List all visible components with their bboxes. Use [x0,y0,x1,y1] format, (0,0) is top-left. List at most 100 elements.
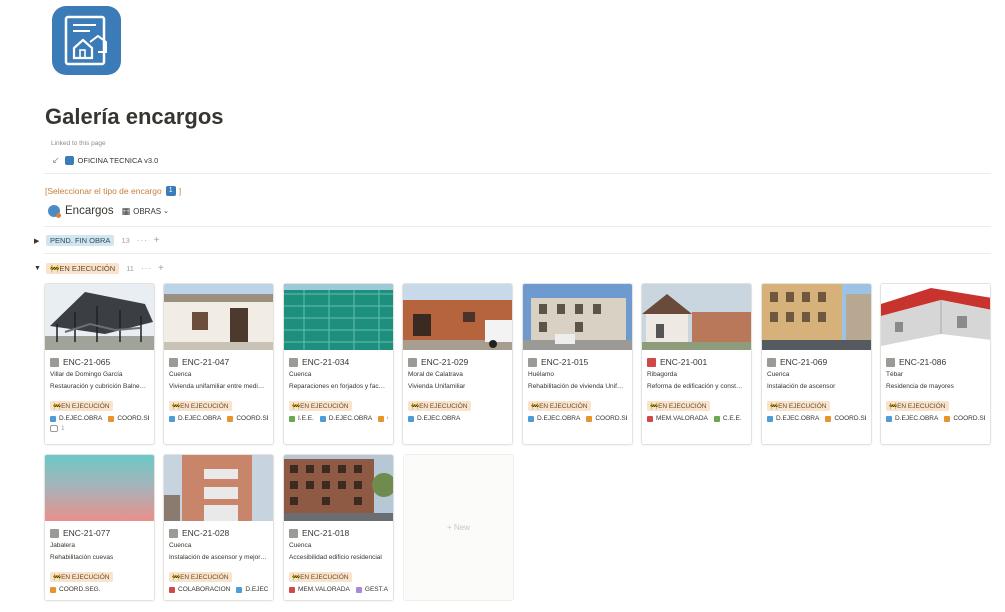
linked-label: Linked to this page [51,140,106,147]
more-options-icon[interactable]: ··· [141,264,152,273]
construction-icon: 🚧 [172,574,181,581]
status-label: EN EJECUCIÓN [897,403,946,410]
tag-label: MEM.VALORADA [656,415,708,422]
gallery-card[interactable]: ENC-21-015 Huélamo Rehabilitación de vivie… [522,283,633,445]
gallery-card[interactable]: ENC-21-086 Tébar Residencia de mayores 🚧EN … [880,283,991,445]
gallery-card[interactable]: ENC-21-077 Jabalera Rehabilitación cuevas 🚧… [44,454,155,601]
add-icon[interactable]: + [158,263,164,274]
view-selector[interactable]: ▦ OBRAS ⌄ [122,206,169,217]
card-location: Jabalera [50,542,75,549]
card-id: ENC-21-029 [421,357,469,367]
tag-color-swatch [378,415,385,422]
card-id: ENC-21-028 [182,528,230,538]
card-title: ENC-21-086 [886,357,985,367]
tag-color-swatch [169,415,175,422]
construction-icon: 🚧 [172,403,181,410]
group-header-pend-fin-obra[interactable]: ▶ PEND. FIN OBRA 13 ··· + [34,235,160,246]
tag-label: C.E.E. [722,415,742,422]
gallery-card[interactable]: ENC-21-001 Ribagorda Reforma de edificació… [641,283,752,445]
tag-label: CO [387,415,388,422]
card-cover-image [164,455,273,521]
comment-count[interactable]: 1 [50,425,149,432]
page-icon[interactable] [52,6,121,75]
status-label: EN EJECUCIÓN [539,403,588,410]
card-tags: D.EJEC.OBRA [408,415,507,422]
gallery-card[interactable]: ENC-21-018 Cuenca Accesibilidad edificio r… [283,454,394,601]
tag-color-swatch [108,415,115,422]
status-badge: 🚧EN EJECUCIÓN [50,572,113,582]
gallery-card[interactable]: ENC-21-065 Villar de Domingo García Restau… [44,283,155,445]
gallery-card[interactable]: ENC-21-028 Cuenca Instalación de ascensor … [163,454,274,601]
more-options-icon[interactable]: ··· [137,236,148,245]
tag-label: COORD.SEG. [236,415,268,422]
select-type-label: [Seleccionar el tipo de encargo [45,186,162,196]
tag-color-swatch [647,415,653,422]
doc-icon [767,357,776,367]
card-title: ENC-21-028 [169,528,268,538]
card-tags: D.EJEC.OBRA COORD.SEG. [886,415,985,422]
card-tags: D.EJEC.OBRA COORD.SEG. [169,415,268,422]
card-location: Cuenca [169,542,192,549]
status-badge: 🚧EN EJECUCIÓN [886,401,949,411]
gallery-card[interactable]: ENC-21-047 Cuenca Vivienda unifamiliar ent… [163,283,274,445]
card-title: ENC-21-029 [408,357,507,367]
doc-icon [50,528,59,538]
status-label: EN EJECUCIÓN [778,403,827,410]
tag: CO [378,415,388,422]
database-title[interactable]: Encargos [65,205,114,217]
divider [44,226,991,227]
database-icon [48,205,61,218]
chevron-down-icon: ⌄ [163,208,169,215]
tag-label: I.E.E. [298,415,314,422]
tag: D.EJEC.OBRA [528,415,580,422]
group-tag: 🚧EN EJECUCIÓN [46,263,120,274]
triangle-down-icon[interactable]: ▼ [34,265,44,272]
status-badge: 🚧EN EJECUCIÓN [767,401,830,411]
tag: D.EJEC.OBRA [767,415,819,422]
tag: D.EJEC.OBRA [319,415,372,422]
tag-color-swatch [767,415,773,422]
status-badge: 🚧EN EJECUCIÓN [169,401,232,411]
card-description: Vivienda unifamiliar entre medi… [169,383,265,390]
card-description: Rehabilitación de vivienda Unif… [528,383,624,390]
card-title: ENC-21-001 [647,357,746,367]
triangle-right-icon[interactable]: ▶ [34,237,44,245]
tag: COORD.SEG. [944,415,985,422]
group-header-en-ejecucion[interactable]: ▼ 🚧EN EJECUCIÓN 11 ··· + [34,263,164,274]
doc-icon [169,528,178,538]
status-label: EN EJECUCIÓN [658,403,707,410]
new-label: + New [447,523,470,532]
tag: C.E.E. [713,415,742,422]
linked-page-link[interactable]: ↙ OFICINA TECNICA v3.0 [52,155,158,166]
gallery-card[interactable]: ENC-21-034 Cuenca Reparaciones en forjados… [283,283,394,445]
card-description: Residencia de mayores [886,383,954,390]
select-type-link[interactable]: [Seleccionar el tipo de encargo 1 ] [45,186,181,196]
tag: COORD.SEG. [227,415,268,422]
tag: COORD.SEG. [586,415,627,422]
group-count: 11 [126,264,134,273]
gallery-card[interactable]: ENC-21-029 Moral de Calatrava Vivienda Uni… [402,283,513,445]
card-tags: D.EJEC.OBRA COORD.SEG. [50,415,149,422]
status-label: EN EJECUCIÓN [419,403,468,410]
tag-color-swatch [169,586,175,593]
status-badge: 🚧EN EJECUCIÓN [408,401,471,411]
tag-label: COORD.SEG. [595,415,627,422]
database-header: Encargos ▦ OBRAS ⌄ [48,205,169,218]
gallery-card[interactable]: ENC-21-069 Cuenca Instalación de ascensor 🚧… [761,283,872,445]
tag: GEST.AY [355,586,388,593]
construction-icon: 🚧 [770,403,779,410]
card-cover-image [642,284,751,350]
status-badge: 🚧EN EJECUCIÓN [50,401,113,411]
page-title: Galería encargos [45,104,224,129]
add-icon[interactable]: + [154,235,160,246]
tag: I.E.E. [289,415,314,422]
new-card-button[interactable]: + New [403,454,514,601]
linked-page-icon [64,156,74,165]
building-plan-icon [64,15,107,66]
tag-label: COLABORACIÓN [178,586,231,593]
card-description: Restauración y cubrición Balne… [50,383,147,390]
card-description: Reparaciones en forjados y fac… [289,383,386,390]
card-cover-image [45,284,154,350]
card-cover-image [284,455,393,521]
construction-icon: 🚧 [292,574,301,581]
